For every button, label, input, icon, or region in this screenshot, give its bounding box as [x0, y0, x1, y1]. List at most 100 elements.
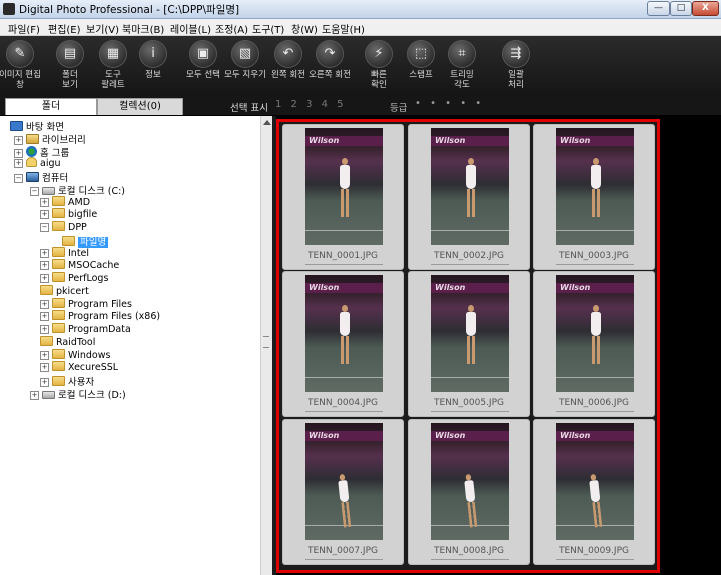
menu-item[interactable]: 도구(T) [252, 21, 284, 36]
tree-item[interactable]: + 홈 그룹 [14, 145, 69, 159]
tree-item[interactable]: 파일명 [62, 234, 109, 248]
expand-icon[interactable]: + [40, 312, 49, 322]
tree-item[interactable]: + Program Files (x86) [40, 310, 160, 323]
toolbar-button[interactable]: ⚡ 빠른 확인 [357, 36, 401, 96]
thumbnail-cell[interactable]: Wilson TENN_0003.JPG [533, 124, 655, 270]
thumbnail-image[interactable]: Wilson [431, 128, 509, 245]
expand-icon[interactable]: + [14, 148, 23, 158]
tab-collection[interactable]: 컬렉션(0) [97, 98, 183, 115]
thumbnail-cell[interactable]: Wilson TENN_0008.JPG [408, 419, 530, 565]
collapse-icon[interactable]: − [40, 223, 49, 232]
selection-mark-numbers[interactable]: 1 2 3 4 5 [275, 99, 347, 110]
splitter-grip-icon[interactable] [263, 336, 269, 348]
thumbnail-image[interactable]: Wilson [305, 275, 383, 392]
thumbnail-image[interactable]: Wilson [305, 128, 383, 245]
tree-item-label: RaidTool [56, 336, 96, 348]
tree-item[interactable]: − DPP [40, 221, 87, 234]
thumbnail-image[interactable]: Wilson [305, 423, 383, 540]
thumbnail-cell[interactable]: Wilson TENN_0002.JPG [408, 124, 530, 270]
tree-item[interactable]: − 컴퓨터 [14, 170, 68, 184]
banner-logo-text: Wilson [435, 283, 466, 292]
menu-item[interactable]: 편집(E) [48, 21, 81, 36]
tree-item-label: AMD [68, 196, 91, 208]
toolbar-button[interactable]: ▧ 모두 지우기 [223, 36, 267, 96]
close-button[interactable]: X [692, 1, 719, 16]
toolbar-button[interactable]: ⇶ 일괄 처리 [494, 36, 538, 96]
thumbnail-cell[interactable]: Wilson TENN_0005.JPG [408, 271, 530, 417]
thumbnail-cell[interactable]: Wilson TENN_0006.JPG [533, 271, 655, 417]
thumbnail-grid: Wilson TENN_0001.JPG Wilson TENN_0002.JPG Wi… [276, 119, 660, 573]
tree-item[interactable]: + Program Files [40, 297, 132, 311]
tree-item[interactable]: RaidTool [40, 335, 96, 349]
tree-item[interactable]: + aigu [14, 157, 61, 170]
tree-item[interactable]: pkicert [40, 284, 89, 298]
expand-icon[interactable]: + [40, 350, 49, 360]
app-icon [3, 3, 15, 15]
toolbar-button[interactable]: ✎ 이미지 편집 창 [0, 36, 42, 96]
tree-scrollbar[interactable] [260, 116, 272, 575]
tree-item[interactable]: + 라이브러리 [14, 132, 86, 146]
toolbar-button[interactable]: ↷ 오른쪽 회전 [308, 36, 352, 96]
tree-item[interactable]: + XecureSSL [40, 361, 118, 374]
scroll-up-arrow-icon[interactable] [263, 120, 271, 125]
tree-item[interactable]: − 로컬 디스크 (C:) [30, 183, 125, 197]
toolbar-button[interactable]: ↶ 왼쪽 회전 [266, 36, 310, 96]
expand-icon[interactable]: + [40, 325, 49, 334]
tree-item[interactable]: + 사용자 [40, 374, 94, 388]
menu-item[interactable]: 창(W) [291, 21, 318, 36]
thumbnail-image[interactable]: Wilson [431, 423, 509, 540]
thumbnail-image[interactable]: Wilson [556, 128, 634, 245]
expand-icon[interactable]: + [40, 299, 49, 309]
tree-item[interactable]: + bigfile [40, 208, 97, 221]
toolbar-button[interactable]: ▣ 모두 선택 [181, 36, 225, 96]
banner-logo-text: Wilson [560, 283, 591, 292]
expand-icon[interactable]: + [40, 274, 49, 283]
expand-icon[interactable]: + [40, 261, 49, 271]
expand-icon[interactable]: + [40, 248, 49, 258]
menu-item[interactable]: 보기(V) [86, 21, 119, 36]
collapse-icon[interactable]: − [14, 174, 23, 183]
expand-icon[interactable]: + [40, 210, 49, 220]
tree-item[interactable]: 바탕 화면 [10, 119, 64, 133]
tree-item[interactable]: + 로컬 디스크 (D:) [30, 387, 126, 401]
menu-item[interactable]: 조정(A) [215, 21, 248, 36]
thumbnail-image[interactable]: Wilson [431, 275, 509, 392]
toolbar-button[interactable]: ▤ 폴더 보기 [48, 36, 92, 96]
minimize-button[interactable]: — [647, 1, 670, 16]
tree-item-label: aigu [40, 158, 61, 170]
selection-mark-label: 선택 표시 [230, 103, 268, 114]
tree-item[interactable]: + MSOCache [40, 259, 119, 272]
menu-item[interactable]: 레이블(L) [170, 21, 211, 36]
tree-item[interactable]: + Intel [40, 246, 89, 260]
thumbnail-cell[interactable]: Wilson TENN_0001.JPG [282, 124, 404, 270]
expand-icon[interactable]: + [40, 363, 49, 373]
folder-icon [40, 335, 53, 346]
toolbar-button[interactable]: ▦ 도구 팔레트 [91, 36, 135, 96]
expand-icon[interactable]: + [14, 159, 23, 169]
thumbnail-image[interactable]: Wilson [556, 275, 634, 392]
thumbnail-image[interactable]: Wilson [556, 423, 634, 540]
expand-icon[interactable]: + [14, 135, 23, 145]
stamp-icon: ⬚ [407, 40, 435, 68]
collapse-icon[interactable]: − [30, 186, 39, 196]
menu-item[interactable]: 도움말(H) [322, 21, 365, 36]
tree-item[interactable]: + AMD [40, 195, 91, 209]
tree-item[interactable]: + Windows [40, 348, 110, 362]
tab-folder[interactable]: 폴더 [5, 98, 97, 115]
tree-item[interactable]: + PerfLogs [40, 272, 108, 285]
toolbar-button-label: 오른쪽 회전 [309, 70, 351, 80]
expand-icon[interactable]: + [40, 197, 49, 207]
menu-item[interactable]: 파일(F) [8, 21, 40, 36]
maximize-button[interactable]: □ [670, 1, 692, 16]
expand-icon[interactable]: + [40, 378, 49, 387]
tree-item[interactable]: + ProgramData [40, 323, 131, 336]
toolbar-button[interactable]: ⌗ 트리밍 각도 [440, 36, 484, 96]
folder-icon [52, 297, 65, 308]
thumbnail-cell[interactable]: Wilson TENN_0007.JPG [282, 419, 404, 565]
menu-item[interactable]: 북마크(B) [122, 21, 164, 36]
thumbnail-cell[interactable]: Wilson TENN_0009.JPG [533, 419, 655, 565]
grade-dots[interactable]: • • • • • [415, 98, 484, 109]
expand-icon[interactable]: + [30, 390, 39, 400]
thumbnail-cell[interactable]: Wilson TENN_0004.JPG [282, 271, 404, 417]
toolbar-button[interactable]: i 정보 [131, 36, 175, 96]
